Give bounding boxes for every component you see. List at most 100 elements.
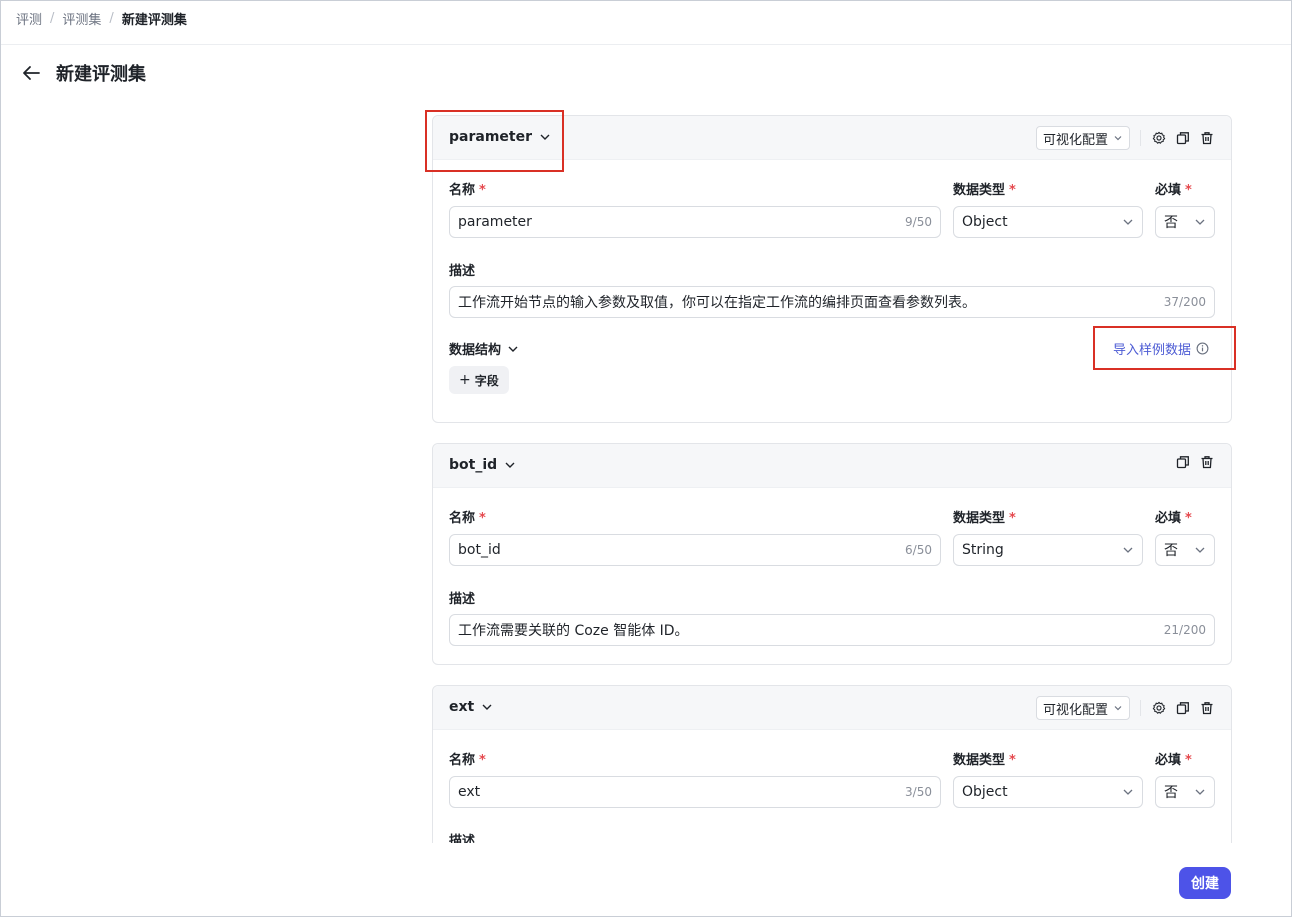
data-structure-label: 数据结构 xyxy=(449,343,502,358)
chevron-down-icon xyxy=(505,462,515,468)
data-type-value: Object xyxy=(962,214,1008,230)
field-card-tools: 可视化配置 xyxy=(1035,696,1215,720)
description-label: 描述 xyxy=(449,264,476,279)
chevron-down-icon xyxy=(1114,706,1122,711)
breadcrumb-item-eval-set[interactable]: 评测集 xyxy=(62,9,101,28)
field-card-toggle[interactable]: parameter xyxy=(449,129,551,145)
name-input-value: parameter xyxy=(458,214,532,230)
chevron-down-icon xyxy=(1195,219,1205,225)
breadcrumb: 评测 / 评测集 / 新建评测集 xyxy=(16,9,187,28)
field-card-tools: 可视化配置 xyxy=(1035,126,1215,150)
name-input[interactable]: parameter 9/50 xyxy=(449,206,941,238)
arrow-left-icon xyxy=(23,66,40,80)
required-value: 否 xyxy=(1164,785,1178,801)
required-value: 否 xyxy=(1164,543,1178,559)
settings-button[interactable] xyxy=(1151,700,1167,716)
add-field-button[interactable]: + 字段 xyxy=(449,366,509,394)
field-card-header: ext 可视化配置 xyxy=(433,686,1231,730)
info-icon xyxy=(1196,342,1209,355)
delete-button[interactable] xyxy=(1199,700,1215,716)
name-label: 名称 * xyxy=(449,753,486,768)
trash-icon xyxy=(1201,702,1213,715)
required-select[interactable]: 否 xyxy=(1155,206,1215,238)
char-count: 37/200 xyxy=(1163,295,1206,309)
settings-button[interactable] xyxy=(1151,130,1167,146)
name-input-value: ext xyxy=(458,784,481,800)
description-input-value: 工作流开始节点的输入参数及取值，你可以在指定工作流的编排页面查看参数列表。 xyxy=(458,295,976,311)
field-card-header: parameter 可视化配置 xyxy=(433,116,1231,160)
visual-config-button[interactable]: 可视化配置 xyxy=(1035,696,1130,720)
chevron-down-icon xyxy=(540,134,550,140)
top-bar: 评测 / 评测集 / 新建评测集 xyxy=(0,0,1292,45)
char-count: 21/200 xyxy=(1163,623,1206,637)
field-card-toggle[interactable]: ext xyxy=(449,699,493,715)
visual-config-label: 可视化配置 xyxy=(1042,702,1108,718)
visual-config-button[interactable]: 可视化配置 xyxy=(1035,126,1130,150)
add-field-label: 字段 xyxy=(474,373,499,388)
char-count: 3/50 xyxy=(905,785,932,799)
name-input[interactable]: ext 3/50 xyxy=(449,776,941,808)
import-sample-data-link[interactable]: 导入样例数据 xyxy=(1113,339,1209,358)
name-label: 名称 * xyxy=(449,511,486,526)
copy-button[interactable] xyxy=(1175,130,1191,146)
data-type-label: 数据类型 * xyxy=(953,753,1016,768)
copy-icon xyxy=(1176,456,1189,469)
breadcrumb-separator: / xyxy=(109,11,114,26)
field-card-tools xyxy=(1167,454,1215,470)
breadcrumb-item-eval[interactable]: 评测 xyxy=(16,9,42,28)
data-type-value: Object xyxy=(962,784,1008,800)
copy-icon xyxy=(1176,702,1189,715)
gear-icon xyxy=(1152,131,1166,144)
import-sample-data-label: 导入样例数据 xyxy=(1113,343,1192,358)
form-scroll-area[interactable]: parameter 可视化配置 名称 * 数据类型 * 必填 * paramet… xyxy=(0,100,1292,843)
required-label: 必填 * xyxy=(1155,183,1192,198)
data-structure-toggle[interactable]: 数据结构 xyxy=(449,339,519,358)
required-label: 必填 * xyxy=(1155,511,1192,526)
data-type-label: 数据类型 * xyxy=(953,183,1016,198)
required-select[interactable]: 否 xyxy=(1155,534,1215,566)
description-input[interactable]: 工作流需要关联的 Coze 智能体 ID。 21/200 xyxy=(449,614,1215,646)
description-input[interactable]: 工作流开始节点的输入参数及取值，你可以在指定工作流的编排页面查看参数列表。 37… xyxy=(449,286,1215,318)
plus-icon: + xyxy=(459,372,471,388)
char-count: 9/50 xyxy=(905,215,932,229)
required-label: 必填 * xyxy=(1155,753,1192,768)
field-card-header: bot_id xyxy=(433,444,1231,488)
page-header: 新建评测集 xyxy=(20,60,146,86)
field-card-bot-id: bot_id 名称 * 数据类型 * 必填 * bot_id 6/50 String xyxy=(432,443,1232,665)
description-label: 描述 xyxy=(449,834,476,843)
data-type-label: 数据类型 * xyxy=(953,511,1016,526)
trash-icon xyxy=(1201,456,1213,469)
delete-button[interactable] xyxy=(1199,130,1215,146)
data-type-select[interactable]: Object xyxy=(953,776,1143,808)
data-type-select[interactable]: Object xyxy=(953,206,1143,238)
chevron-down-icon xyxy=(1195,789,1205,795)
chevron-down-icon xyxy=(508,346,518,352)
back-button[interactable] xyxy=(20,62,42,84)
chevron-down-icon xyxy=(1195,547,1205,553)
chevron-down-icon xyxy=(1123,789,1133,795)
breadcrumb-separator: / xyxy=(50,11,55,26)
required-select[interactable]: 否 xyxy=(1155,776,1215,808)
trash-icon xyxy=(1201,132,1213,145)
field-card-title: ext xyxy=(449,699,475,715)
field-card-title: bot_id xyxy=(449,457,498,473)
name-input[interactable]: bot_id 6/50 xyxy=(449,534,941,566)
field-card-ext: ext 可视化配置 名称 * 数据类型 * 必填 * ext 3/50 Obje… xyxy=(432,685,1232,843)
gear-icon xyxy=(1152,701,1166,714)
visual-config-label: 可视化配置 xyxy=(1042,132,1108,148)
delete-button[interactable] xyxy=(1199,454,1215,470)
data-type-value: String xyxy=(962,542,1004,558)
page-title: 新建评测集 xyxy=(56,64,146,85)
copy-button[interactable] xyxy=(1175,454,1191,470)
chevron-down-icon xyxy=(1114,136,1122,141)
name-input-value: bot_id xyxy=(458,542,501,558)
breadcrumb-item-current: 新建评测集 xyxy=(121,13,187,28)
create-button[interactable]: 创建 xyxy=(1179,867,1231,899)
field-card-parameter: parameter 可视化配置 名称 * 数据类型 * 必填 * paramet… xyxy=(432,115,1232,423)
required-value: 否 xyxy=(1164,215,1178,231)
data-type-select[interactable]: String xyxy=(953,534,1143,566)
field-card-toggle[interactable]: bot_id xyxy=(449,457,516,473)
toolbar-divider xyxy=(1140,700,1141,716)
copy-button[interactable] xyxy=(1175,700,1191,716)
chevron-down-icon xyxy=(1123,547,1133,553)
